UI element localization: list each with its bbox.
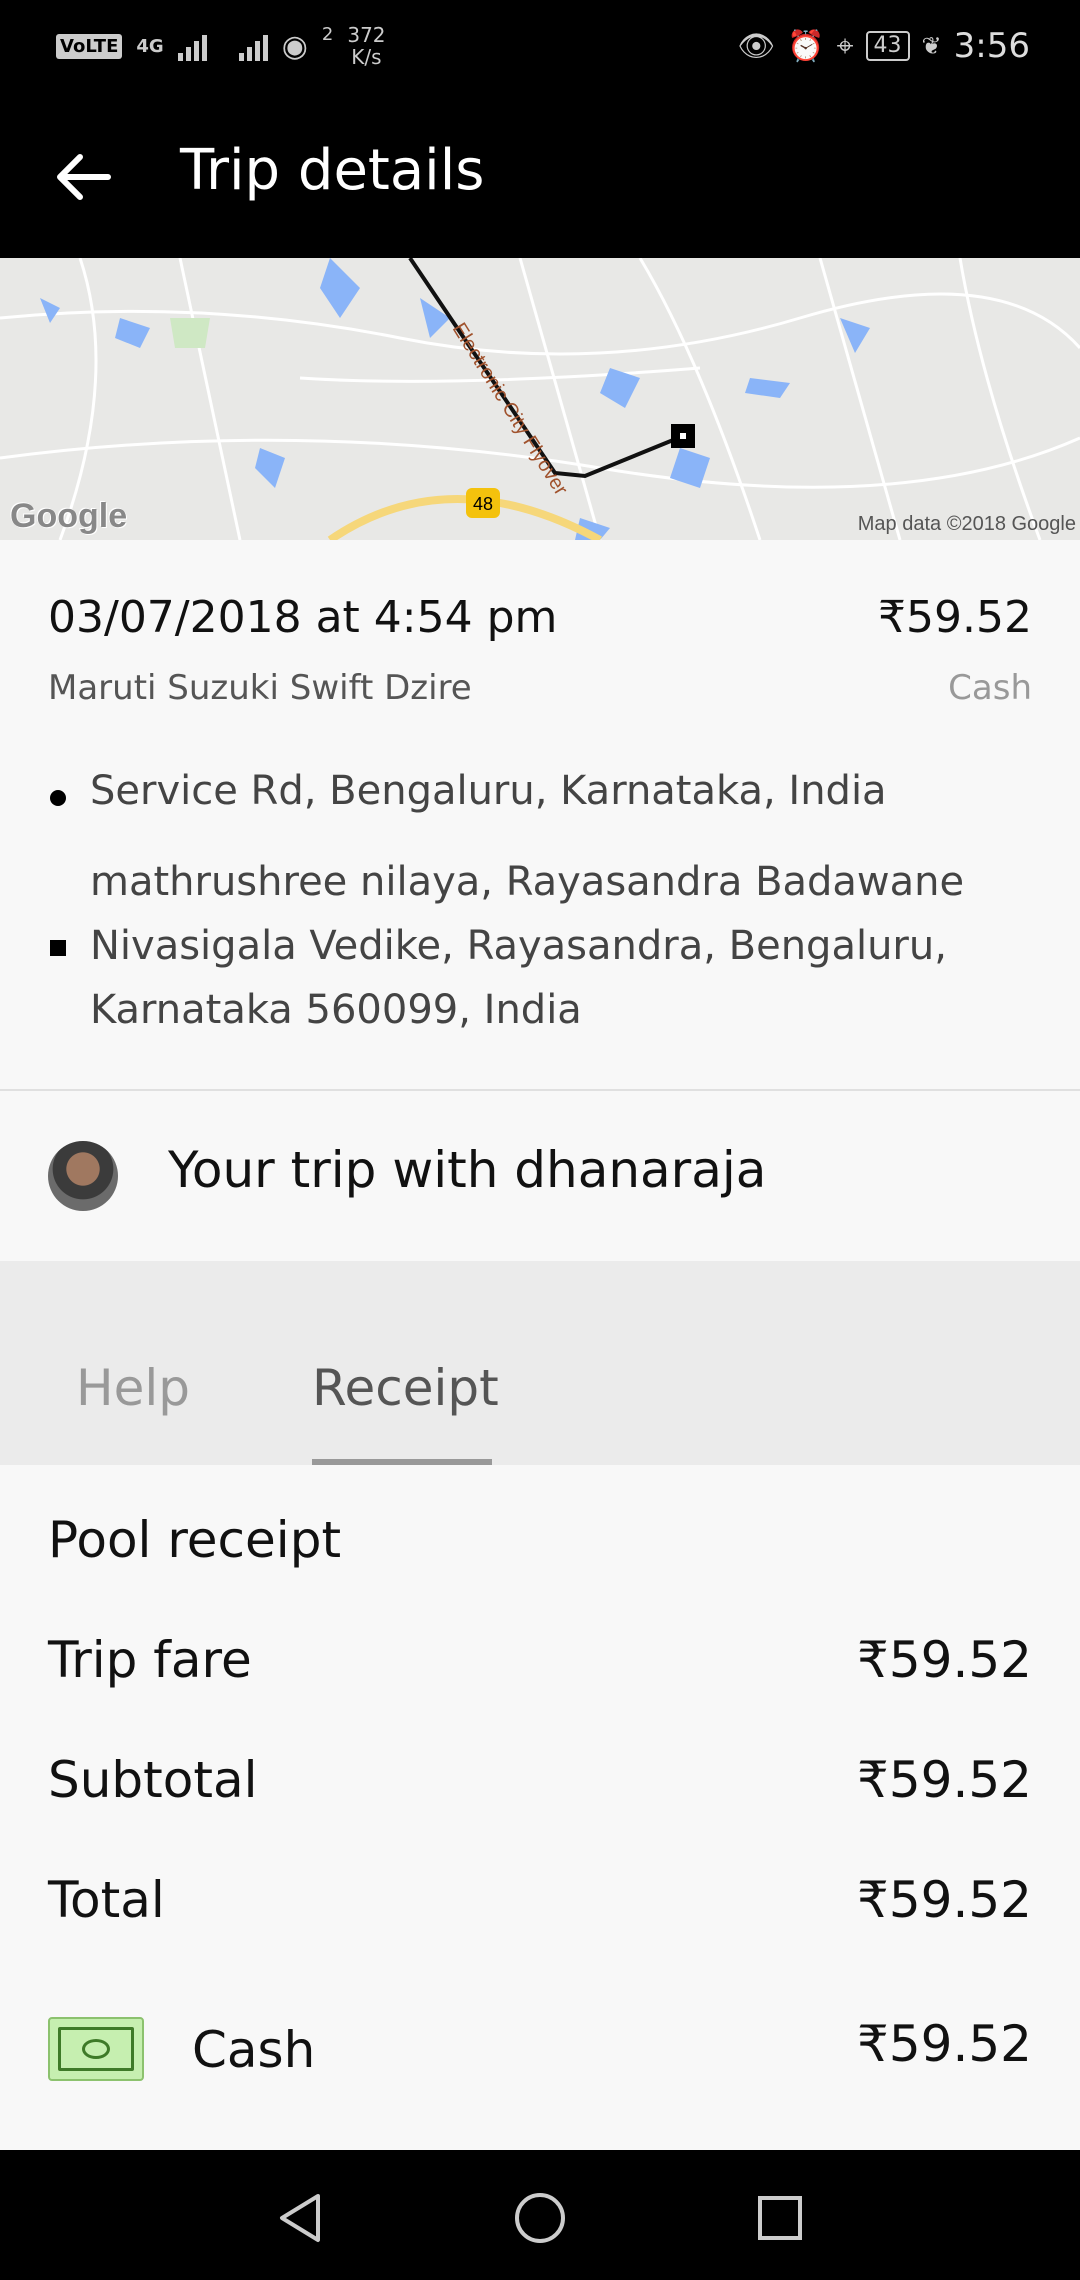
clock: 3:56 <box>953 26 1030 66</box>
highway-shield-label: 48 <box>473 494 493 514</box>
tab-bar: Help Receipt <box>0 1261 1080 1465</box>
status-bar-left: VoLTE 4G ◉ 2 372 K/s <box>56 18 386 74</box>
payment-label: Cash <box>192 2021 316 2079</box>
wifi-hotspot-icon: ◉ <box>281 28 308 64</box>
trip-map[interactable]: Electronic City Flyover 48 Google Map da… <box>0 258 1080 540</box>
leaf-icon: ❦ <box>921 32 942 60</box>
system-nav-bar <box>0 2150 1080 2280</box>
tab-help[interactable]: Help <box>76 1359 190 1417</box>
network-speed-value: 372 <box>347 23 386 47</box>
driver-row[interactable]: Your trip with dhanaraja <box>0 1091 1080 1261</box>
receipt-row-label: Total <box>48 1871 165 1929</box>
tab-receipt[interactable]: Receipt <box>312 1359 499 1417</box>
signal-strength-2-icon <box>238 31 268 61</box>
receipt-row-label: Subtotal <box>48 1751 258 1809</box>
receipt-row-value: ₹59.52 <box>857 1631 1032 1689</box>
receipt-row-label: Trip fare <box>48 1631 252 1689</box>
battery-icon: 43 <box>865 31 910 61</box>
receipt-row-value: ₹59.52 <box>857 1751 1032 1809</box>
app-bar: Trip details <box>0 92 1080 258</box>
car-model: Maruti Suzuki Swift Dzire <box>48 668 472 708</box>
pickup-address: Service Rd, Bengaluru, Karnataka, India <box>90 768 887 814</box>
dropoff-square-icon <box>50 940 66 956</box>
location-icon: ⌖ <box>836 28 854 64</box>
receipt-row-value: ₹59.52 <box>857 1871 1032 1929</box>
road-label: Electronic City Flyover <box>448 319 572 500</box>
receipt-row-total: Total ₹59.52 <box>48 1871 1032 1941</box>
network-type: 4G <box>136 35 164 57</box>
dropoff-address: mathrushree nilaya, Rayasandra Badawane … <box>90 859 965 1033</box>
receipt-title: Pool receipt <box>48 1511 342 1569</box>
dropoff-marker-inner <box>680 433 686 439</box>
alarm-icon: ⏰ <box>787 28 825 64</box>
status-bar-right: 👁 ⏰ ⌖ 43 ❦ 3:56 <box>737 18 1030 74</box>
driver-text: Your trip with dhanaraja <box>168 1141 767 1199</box>
cash-icon <box>48 2017 144 2081</box>
network-speed-unit: K/s <box>351 45 382 69</box>
trip-route-line <box>408 258 684 479</box>
map-canvas: Electronic City Flyover 48 <box>0 258 1080 540</box>
trip-price: ₹59.52 <box>878 592 1032 643</box>
recents-square-icon[interactable] <box>750 2188 810 2248</box>
home-circle-icon[interactable] <box>510 2188 570 2248</box>
eye-icon: 👁 <box>737 28 776 64</box>
status-bar: VoLTE 4G ◉ 2 372 K/s 👁 ⏰ ⌖ 43 ❦ 3:56 <box>0 0 1080 92</box>
highway-48-road <box>327 495 602 540</box>
map-parks <box>170 318 210 348</box>
trip-summary: 03/07/2018 at 4:54 pm ₹59.52 Maruti Suzu… <box>0 540 1080 1090</box>
speed-count: 2 <box>321 23 334 45</box>
network-speed: 372 K/s <box>347 24 385 68</box>
arrow-left-icon[interactable] <box>48 142 118 212</box>
google-logo: Google <box>10 497 128 535</box>
payment-amount: ₹59.52 <box>857 2015 1032 2073</box>
driver-avatar <box>48 1141 118 1211</box>
pickup-dot-icon <box>50 790 66 806</box>
signal-strength-icon <box>177 31 207 61</box>
cash-icon-circle <box>82 2039 110 2059</box>
volte-badge: VoLTE <box>56 33 123 59</box>
receipt-row-trip-fare: Trip fare ₹59.52 <box>48 1631 1032 1701</box>
map-attribution: Map data ©2018 Google <box>857 513 1076 535</box>
payment-method: Cash <box>948 668 1032 708</box>
receipt-row-subtotal: Subtotal ₹59.52 <box>48 1751 1032 1821</box>
back-triangle-icon[interactable] <box>270 2188 330 2248</box>
receipt-panel: Pool receipt Trip fare ₹59.52 Subtotal ₹… <box>0 1465 1080 2150</box>
page-title: Trip details <box>180 138 485 203</box>
map-roads <box>0 258 1080 540</box>
trip-datetime: 03/07/2018 at 4:54 pm <box>48 592 558 643</box>
